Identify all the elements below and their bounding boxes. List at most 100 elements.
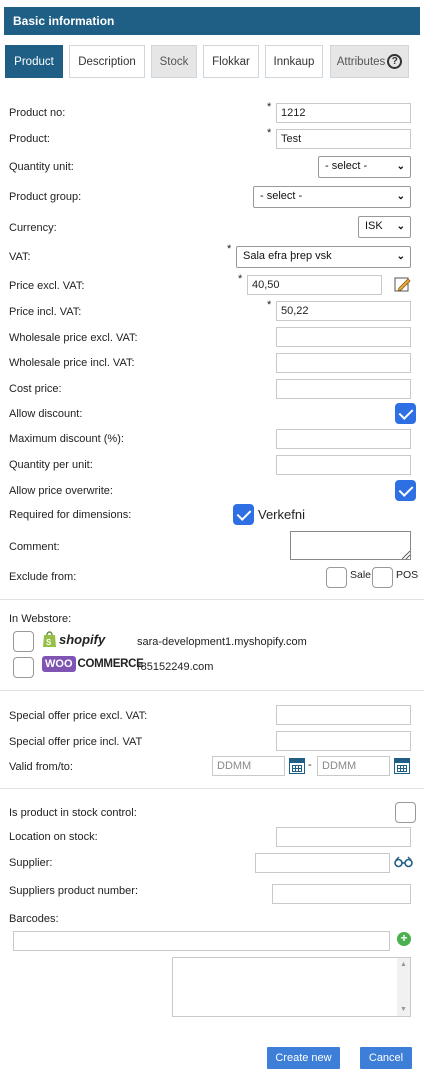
scroll-down-icon[interactable]: ▼ — [400, 1006, 407, 1013]
special-offer-excl-input[interactable] — [276, 705, 411, 725]
special-offer-incl-input[interactable] — [276, 731, 411, 751]
shopify-checkbox[interactable] — [13, 631, 34, 652]
add-icon[interactable]: + — [397, 932, 411, 946]
allow-price-overwrite-label: Allow price overwrite: — [9, 485, 113, 497]
product-no-input[interactable]: 1212 — [276, 103, 411, 123]
supplier-input[interactable] — [255, 853, 390, 873]
woo-badge: WOO — [42, 656, 76, 672]
webstore-label: In Webstore: — [9, 613, 72, 625]
tab-innkaup[interactable]: Innkaup — [265, 45, 323, 78]
price-incl-input[interactable]: 50,22 — [276, 301, 411, 321]
allow-discount-label: Allow discount: — [9, 408, 83, 420]
woocommerce-logo: WOO COMMERCE — [42, 656, 144, 672]
cancel-button[interactable]: Cancel — [360, 1047, 412, 1069]
divider — [0, 599, 424, 600]
commerce-text: COMMERCE — [77, 658, 144, 670]
allow-price-overwrite-checkbox[interactable] — [395, 480, 416, 501]
location-label: Location on stock: — [9, 831, 98, 843]
product-name-input[interactable]: Test — [276, 129, 411, 149]
product-group-select[interactable]: - select - ⌄ — [253, 186, 411, 208]
calendar-icon[interactable] — [394, 758, 410, 774]
chevron-down-icon: ⌄ — [396, 251, 405, 262]
quantity-unit-label: Quantity unit: — [9, 161, 74, 173]
tab-product[interactable]: Product — [5, 45, 63, 78]
product-group-value: - select - — [260, 190, 303, 202]
search-glasses-icon[interactable] — [394, 856, 413, 868]
shopify-logo-text: shopify — [59, 631, 106, 647]
tab-attributes-label: Attributes — [336, 55, 386, 68]
vat-label: VAT: — [9, 251, 31, 263]
stock-control-checkbox[interactable] — [395, 802, 416, 823]
vat-value: Sala efra þrep vsk — [243, 250, 332, 262]
barcode-input[interactable] — [13, 931, 390, 951]
supplier-product-number-input[interactable] — [272, 884, 411, 904]
verkefni-checkbox[interactable] — [233, 504, 254, 525]
price-excl-label: Price excl. VAT: — [9, 280, 85, 292]
required-marker: * — [227, 243, 232, 255]
required-marker: * — [267, 101, 272, 113]
tab-attributes[interactable]: Attributes ? — [330, 45, 409, 78]
currency-value: ISK — [365, 220, 383, 232]
required-marker: * — [267, 127, 272, 139]
supplier-product-number-label: Suppliers product number: — [9, 885, 139, 897]
chevron-down-icon: ⌄ — [396, 161, 405, 172]
currency-label: Currency: — [9, 222, 57, 234]
valid-from-to-label: Valid from/to: — [9, 761, 73, 773]
qty-per-unit-label: Quantity per unit: — [9, 459, 93, 471]
chevron-down-icon: ⌄ — [396, 221, 405, 232]
supplier-label: Supplier: — [9, 857, 53, 869]
product-label: Product: — [9, 133, 50, 145]
required-marker: * — [267, 299, 272, 311]
scroll-up-icon[interactable]: ▲ — [400, 961, 407, 968]
exclude-sale-label: Sale — [350, 569, 372, 581]
exclude-sale-checkbox[interactable] — [326, 567, 347, 588]
exclude-pos-checkbox[interactable] — [372, 567, 393, 588]
wholesale-excl-label: Wholesale price excl. VAT: — [9, 332, 138, 344]
valid-from-input[interactable]: DDMM — [212, 756, 285, 776]
shopify-logo: S shopify — [42, 630, 105, 648]
edit-pencil-icon[interactable] — [394, 275, 412, 293]
svg-text:S: S — [46, 638, 52, 647]
woocommerce-checkbox[interactable] — [13, 657, 34, 678]
allow-discount-checkbox[interactable] — [395, 403, 416, 424]
required-dimensions-label: Required for dimensions: — [9, 509, 132, 521]
max-discount-label: Maximum discount (%): — [9, 433, 124, 445]
resize-handle-icon[interactable] — [402, 551, 410, 559]
section-header: Basic information — [4, 7, 420, 35]
location-input[interactable] — [276, 827, 411, 847]
divider — [0, 788, 424, 789]
help-icon[interactable]: ? — [387, 54, 403, 69]
woocommerce-url: r85152249.com — [137, 661, 214, 673]
calendar-icon[interactable] — [289, 758, 305, 774]
quantity-unit-select[interactable]: - select - ⌄ — [318, 156, 411, 178]
tab-flokkar[interactable]: Flokkar — [203, 45, 259, 78]
currency-select[interactable]: ISK ⌄ — [358, 216, 411, 238]
special-offer-excl-label: Special offer price excl. VAT: — [9, 710, 148, 722]
price-excl-input[interactable]: 40,50 — [247, 275, 382, 295]
product-group-label: Product group: — [9, 191, 82, 203]
cost-price-input[interactable] — [276, 379, 411, 399]
barcodes-list[interactable]: ▲ ▼ — [172, 957, 411, 1017]
scrollbar[interactable]: ▲ ▼ — [397, 958, 410, 1016]
stock-control-label: Is product in stock control: — [9, 807, 137, 819]
vat-select[interactable]: Sala efra þrep vsk ⌄ — [236, 246, 411, 268]
price-incl-label: Price incl. VAT: — [9, 306, 82, 318]
wholesale-excl-input[interactable] — [276, 327, 411, 347]
qty-per-unit-input[interactable] — [276, 455, 411, 475]
valid-to-input[interactable]: DDMM — [317, 756, 390, 776]
wholesale-incl-label: Wholesale price incl. VAT: — [9, 357, 135, 369]
create-new-button[interactable]: Create new — [267, 1047, 340, 1069]
exclude-from-label: Exclude from: — [9, 571, 77, 583]
special-offer-incl-label: Special offer price incl. VAT — [9, 736, 143, 748]
max-discount-input[interactable] — [276, 429, 411, 449]
divider — [0, 690, 424, 691]
required-marker: * — [238, 273, 243, 285]
exclude-pos-label: POS — [396, 569, 419, 581]
comment-textarea[interactable] — [290, 531, 411, 560]
tab-description[interactable]: Description — [69, 45, 145, 78]
verkefni-label: Verkefni — [258, 507, 305, 522]
quantity-unit-value: - select - — [325, 160, 368, 172]
chevron-down-icon: ⌄ — [396, 191, 405, 202]
tab-stock[interactable]: Stock — [151, 45, 197, 78]
wholesale-incl-input[interactable] — [276, 353, 411, 373]
